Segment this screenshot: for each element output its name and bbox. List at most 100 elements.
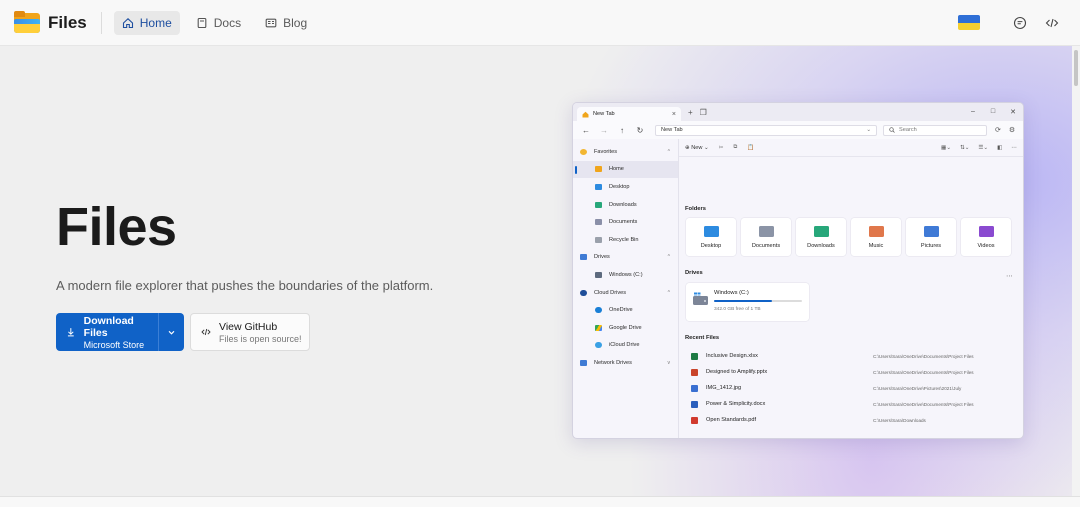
download-icon [595, 201, 602, 208]
recent-files-heading: Recent Files [685, 335, 720, 341]
recent-file-name: IMG_1412.jpg [706, 385, 742, 391]
top-actions [958, 13, 1062, 33]
drive-usage-fill [714, 300, 773, 302]
hero-subtitle: A modern file explorer that pushes the b… [56, 278, 434, 293]
app-address-bar: ← → ↑ ↻ New Tab ⌄ Search ⟳ ⚙ [573, 121, 1023, 139]
scrollbar-thumb[interactable] [1074, 50, 1078, 86]
app-main-pane: ⊕ New ⌄ ✂ ⧉ 📋 ▦⌄ ⇅⌄ ☰⌄ ◧ ⋯ Folders Deskt… [679, 139, 1023, 438]
desktop-icon [595, 183, 602, 190]
brand-name: Files [48, 12, 87, 32]
onedrive-icon [595, 307, 602, 314]
sidebar-item-windows-c: Windows (C:) [573, 266, 678, 284]
nav-home[interactable]: Home [113, 10, 180, 35]
sidebar-item-home: Home [573, 160, 678, 179]
download-button[interactable]: Download Files Microsoft Store [56, 313, 184, 351]
sync-icon: ⟳ [995, 127, 1001, 134]
recent-file-name: Open Standards.pdf [706, 417, 757, 423]
search-icon [889, 127, 895, 133]
recent-file-row: IMG_1412.jpg C:\Users\Sara\OneDrive\Pict… [691, 381, 1021, 395]
chevron-down-icon: ⌄ [866, 127, 871, 133]
window-controls: – □ ✕ [963, 108, 1023, 116]
download-main[interactable]: Download Files Microsoft Store [56, 313, 158, 351]
app-tab: New Tab × [577, 107, 681, 121]
top-nav: Files Home Docs Blog [0, 0, 1080, 46]
videos-folder-icon [978, 226, 994, 237]
download-label: Download Files [83, 314, 134, 339]
excel-file-icon [691, 352, 698, 360]
sidebar-item-label: iCloud Drive [609, 342, 640, 349]
nav-blog[interactable]: Blog [257, 11, 315, 35]
drive-size: 342.0 GB free of 1 TB [714, 307, 761, 312]
sidebar-item-icloud-drive: iCloud Drive [573, 337, 678, 355]
close-icon: ✕ [1010, 109, 1016, 116]
sidebar-item-label: OneDrive [609, 307, 633, 314]
brand[interactable]: Files [14, 10, 87, 33]
icloud-icon [595, 342, 602, 349]
folder-label: Music [868, 243, 884, 249]
nav-blog-label: Blog [283, 15, 308, 30]
sidebar-item-recycle-bin: Recycle Bin [573, 231, 678, 249]
new-label: New [691, 144, 703, 151]
page-footer-edge [0, 496, 1080, 507]
sidebar-item-label: Windows (C:) [609, 271, 643, 278]
code-icon [201, 328, 211, 336]
chevron-down-icon: v [667, 359, 671, 366]
recent-file-name: Inclusive Design.xlsx [706, 353, 758, 359]
folder-label: Downloads [807, 243, 835, 249]
image-file-icon [691, 384, 698, 392]
copy-icon: ⧉ [733, 144, 738, 150]
downloads-folder-icon [813, 226, 829, 237]
desktop-folder-icon [703, 226, 719, 237]
sidebar-item-cloud-drives: Cloud Drives ^ [573, 284, 678, 302]
folder-card-videos: Videos [961, 218, 1011, 256]
maximize-icon: □ [990, 108, 996, 115]
sidebar-item-onedrive: OneDrive [573, 301, 678, 319]
code-icon[interactable] [1042, 13, 1062, 33]
app-address-text: New Tab [661, 127, 683, 133]
discord-icon[interactable] [1010, 13, 1030, 33]
chevron-down-icon [168, 330, 175, 335]
nav-docs[interactable]: Docs [188, 11, 249, 35]
network-drive-icon [580, 359, 587, 366]
ukraine-flag-icon[interactable] [958, 15, 980, 30]
windows-drive-icon [693, 292, 708, 305]
files-logo-icon [14, 10, 40, 33]
sidebar-item-documents: Documents [573, 213, 678, 231]
recent-file-row: Open Standards.pdf C:\Users\Sara\Downloa… [691, 413, 1021, 427]
app-command-bar: ⊕ New ⌄ ✂ ⧉ 📋 ▦⌄ ⇅⌄ ☰⌄ ◧ ⋯ [679, 139, 1023, 157]
drive-icon [580, 254, 587, 261]
nav-divider [100, 11, 102, 34]
recent-file-path: C:\Users\Sara\Downloads [873, 417, 926, 423]
app-preview-window: New Tab × + ❐ – □ ✕ ← → ↑ ↻ New Tab ⌄ Se… [572, 102, 1024, 439]
view-options-icon: ▦⌄ [941, 144, 952, 151]
home-icon [122, 17, 133, 28]
drive-icon [595, 271, 602, 278]
nav-home-label: Home [139, 15, 172, 30]
folder-card-documents: Documents [741, 218, 791, 256]
pane-toggle-icon: ◧ [997, 144, 1003, 151]
word-file-icon [691, 400, 698, 408]
page-scrollbar[interactable] [1072, 46, 1080, 496]
group-icon: ☰⌄ [978, 144, 989, 151]
sidebar-item-label: Desktop [609, 183, 630, 190]
sidebar-item-label: Favorites [594, 148, 618, 155]
sidebar-item-downloads: Downloads [573, 196, 678, 214]
recent-file-row: Inclusive Design.xlsx C:\Users\Sara\OneD… [691, 349, 1021, 363]
command-bar-right: ▦⌄ ⇅⌄ ☰⌄ ◧ ⋯ [932, 145, 1017, 151]
folder-card-desktop: Desktop [686, 218, 736, 256]
github-label: View GitHub [219, 320, 278, 333]
download-dropdown-button[interactable] [158, 313, 184, 351]
google-drive-icon [595, 324, 602, 331]
paste-icon: 📋 [747, 144, 755, 151]
folder-label: Pictures [920, 243, 942, 249]
hero-title: Files [56, 197, 177, 257]
folder-card-music: Music [851, 218, 901, 256]
app-search-field: Search [883, 124, 987, 136]
folder-label: Desktop [700, 243, 722, 249]
drive-name: Windows (C:) [714, 290, 749, 296]
recycle-bin-icon [595, 236, 602, 243]
sidebar-item-label: Home [609, 166, 624, 173]
cloud-icon [580, 289, 587, 296]
gear-icon: ⚙ [1008, 127, 1016, 134]
view-github-button[interactable]: View GitHub Files is open source! [190, 313, 310, 351]
